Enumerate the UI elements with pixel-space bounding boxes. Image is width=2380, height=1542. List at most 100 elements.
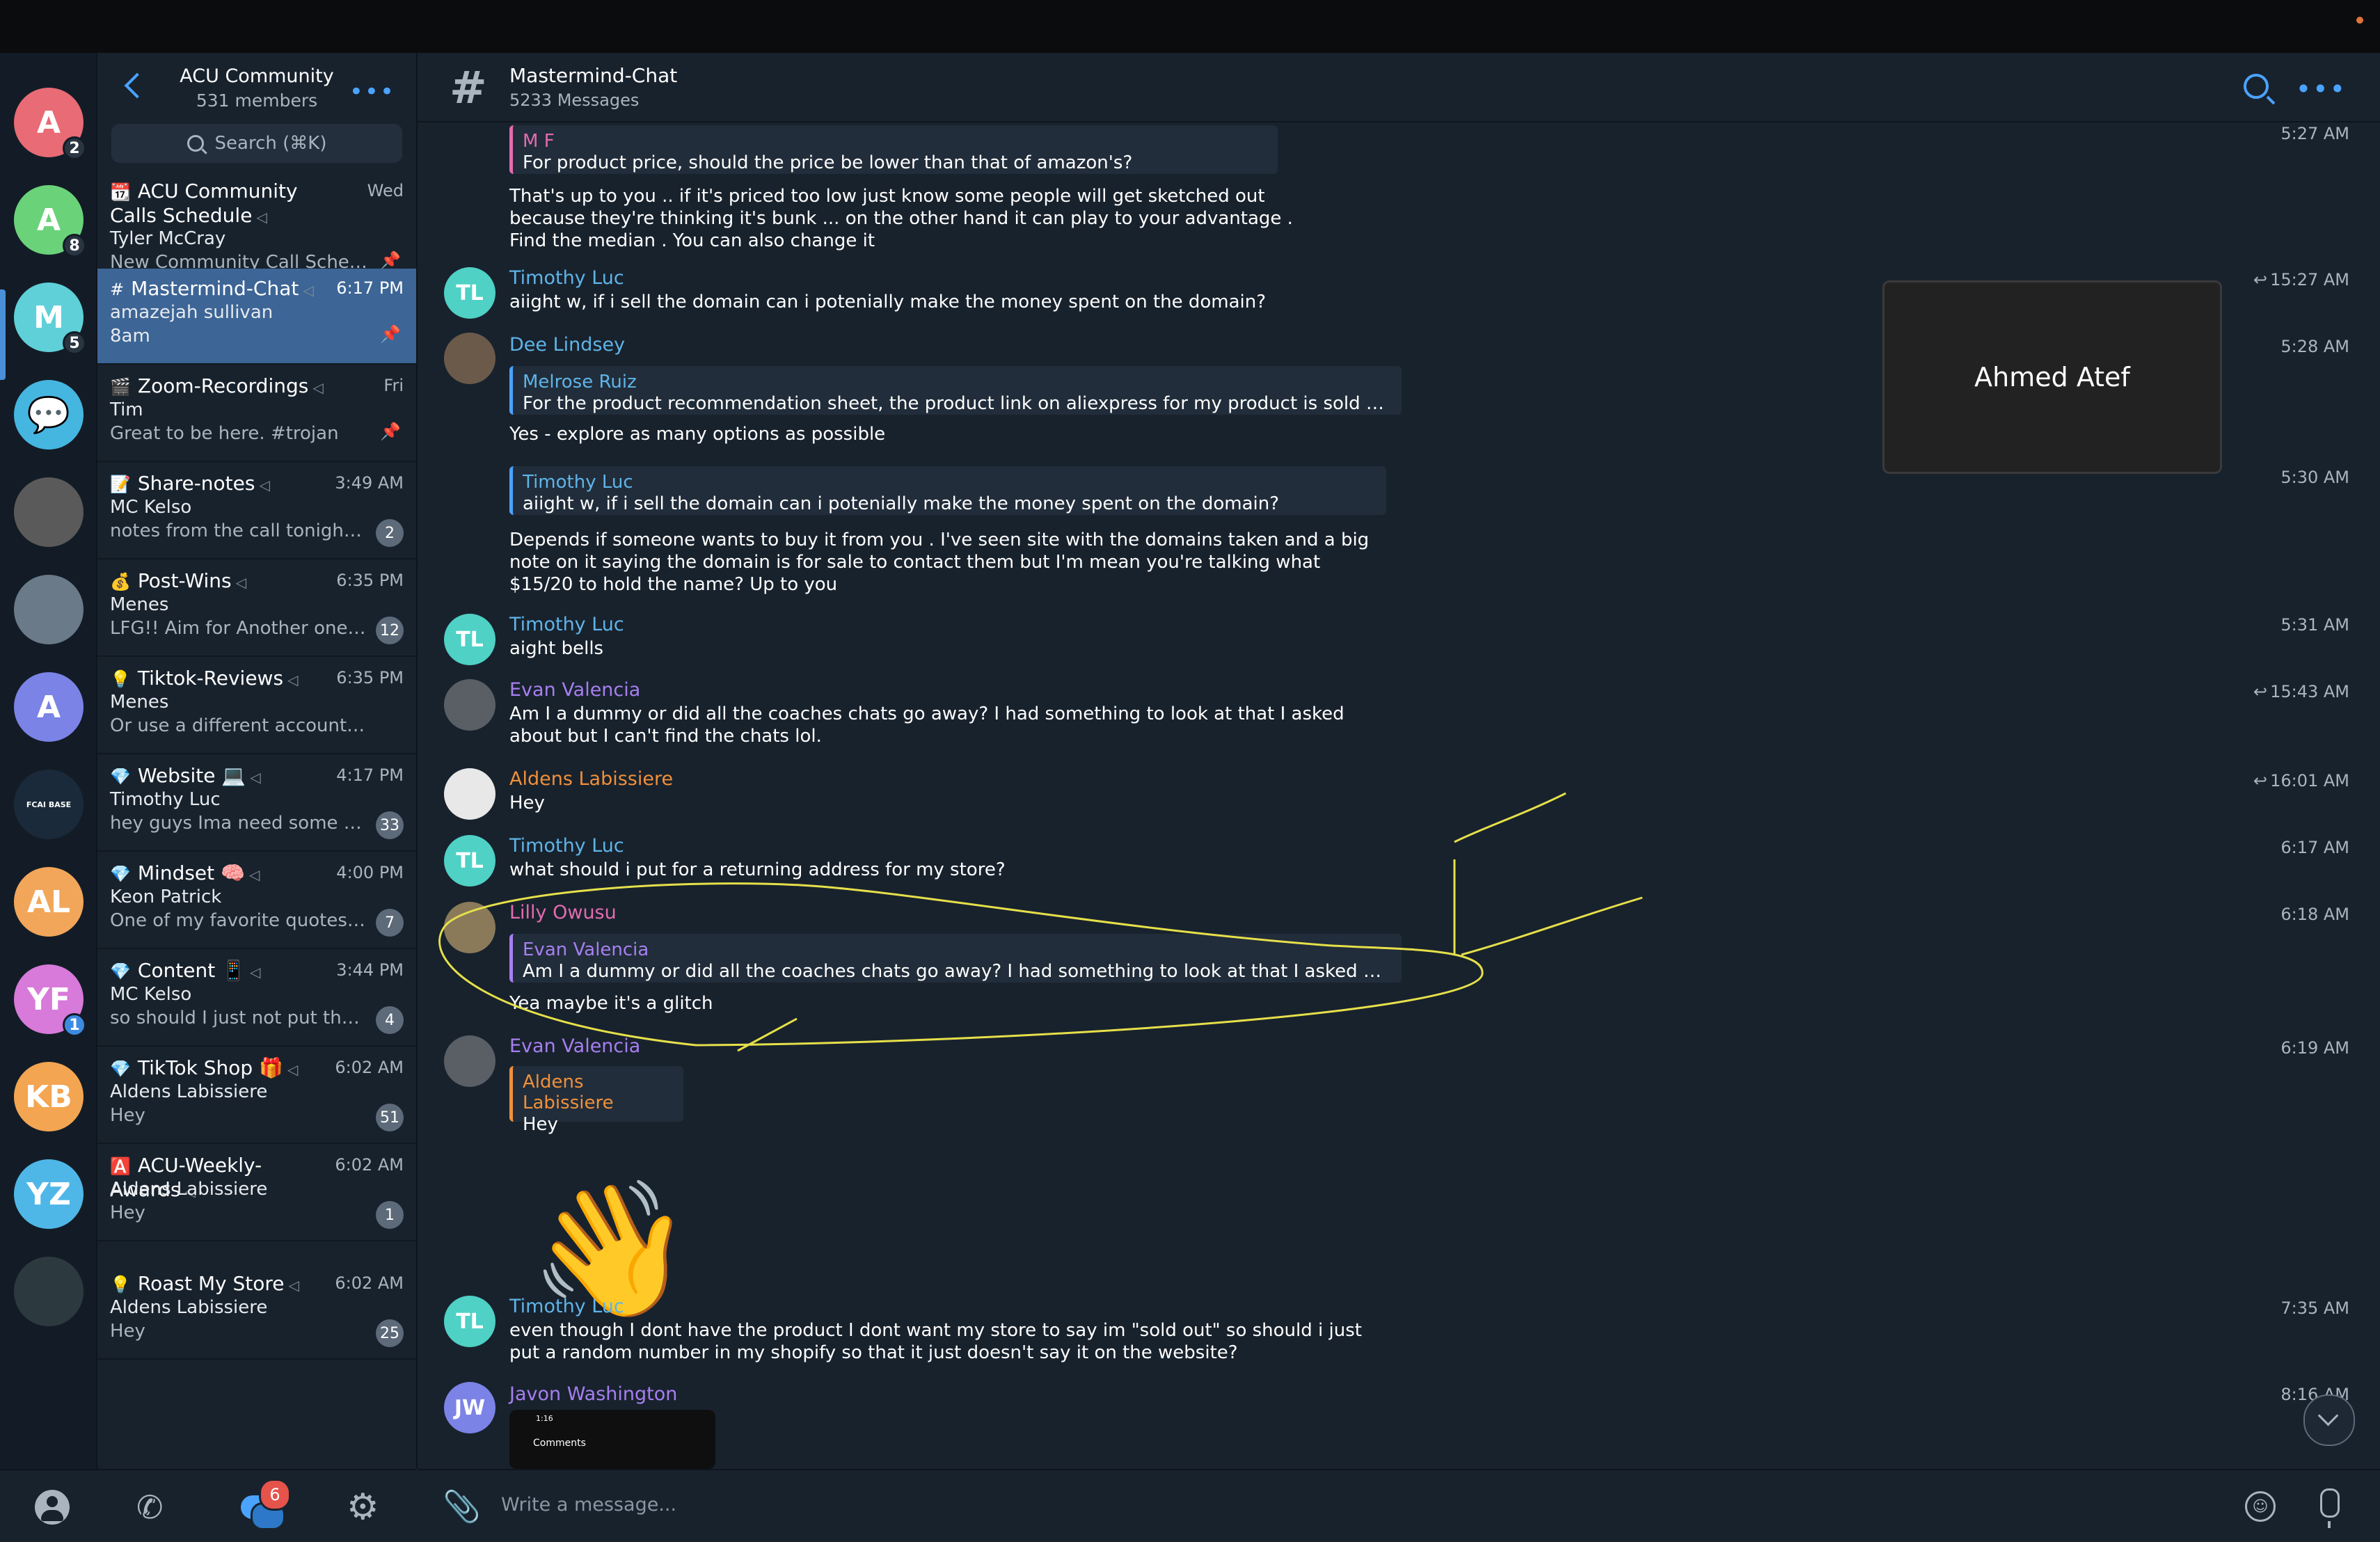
chat-preview: Great to be here. #trojan: [110, 423, 339, 444]
rail-avatar-yf[interactable]: YF 1: [14, 964, 86, 1037]
participant-name: Ahmed Atef: [1974, 362, 2130, 392]
chat-list-item[interactable]: 📝 Share-notes ◁ 3:49 AM MC Kelso notes from t…: [97, 463, 416, 559]
reply-quote[interactable]: Evan Valencia Am I a dummy or did all th…: [509, 934, 1402, 983]
image-attachment[interactable]: 1:16 Comments: [509, 1410, 715, 1469]
muted-icon: ◁: [248, 866, 260, 883]
avatar[interactable]: [444, 902, 495, 953]
chat-name: 📝 Share-notes ◁: [110, 472, 270, 495]
avatar[interactable]: [444, 768, 495, 820]
chat-name: 💎 Website 💻 ◁: [110, 764, 261, 787]
microphone-icon[interactable]: [2320, 1488, 2340, 1528]
reply-quote[interactable]: Aldens Labissiere Hey: [509, 1066, 683, 1135]
sender-name[interactable]: Dee Lindsey: [509, 334, 625, 356]
chat-time: 6:35 PM: [336, 571, 404, 590]
selected-indicator: [0, 289, 6, 380]
reply-quote[interactable]: Melrose Ruiz For the product recommendat…: [509, 366, 1402, 415]
channel-icon: 📆: [110, 182, 131, 202]
muted-icon: ◁: [259, 477, 270, 493]
rail-avatar-al[interactable]: AL: [14, 867, 84, 937]
rail-avatar-a[interactable]: A2: [14, 88, 86, 160]
reply-quote[interactable]: Timothy Luc aiight w, if i sell the doma…: [509, 466, 1386, 515]
unread-count-badge: 7: [376, 909, 404, 937]
unread-count-badge: 25: [376, 1319, 404, 1347]
message-text: Hey: [509, 793, 545, 813]
chat-time: Fri: [383, 376, 404, 395]
channel-title[interactable]: Mastermind-Chat: [509, 64, 677, 87]
more-icon[interactable]: •••: [349, 80, 395, 104]
chat-sender: Keon Patrick: [110, 887, 222, 907]
message-text: even though I dont have the product I do…: [509, 1320, 1362, 1363]
chat-list-item[interactable]: 🎬 Zoom-Recordings ◁ Fri Tim Great to be here.…: [97, 366, 416, 462]
sender-name[interactable]: Evan Valencia: [509, 1035, 640, 1057]
chats-icon[interactable]: 6: [241, 1479, 291, 1530]
sender-name[interactable]: Aldens Labissiere: [509, 768, 673, 790]
sender-name[interactable]: Timothy Luc: [509, 1296, 624, 1317]
search-input[interactable]: Search (⌘K): [111, 124, 402, 163]
rail-avatar-photo[interactable]: [14, 575, 84, 644]
rail-avatar-a2[interactable]: A: [14, 672, 84, 742]
avatar[interactable]: [444, 679, 495, 731]
status-dot: [2356, 17, 2363, 24]
message-time: 6:18 AM: [2280, 905, 2349, 924]
more-icon[interactable]: •••: [2296, 74, 2347, 104]
chat-list-item[interactable]: # Mastermind-Chat ◁ 6:17 PM amazejah sulliva…: [97, 269, 416, 365]
rail-avatar-acu[interactable]: A8: [14, 185, 86, 257]
attach-icon[interactable]: 📎: [443, 1488, 481, 1525]
sender-name[interactable]: Timothy Luc: [509, 267, 624, 289]
video-call-tile[interactable]: Ahmed Atef: [1882, 280, 2222, 474]
avatar[interactable]: JW: [444, 1382, 495, 1433]
chat-list-item[interactable]: 💡 Tiktok-Reviews ◁ 6:35 PM Menes Or use a dif…: [97, 658, 416, 754]
chat-name: 💡 Tiktok-Reviews ◁: [110, 667, 299, 690]
rail-avatar-photo[interactable]: [14, 477, 84, 547]
rail-avatar-yz[interactable]: YZ: [14, 1159, 84, 1229]
chat-name: 💎 Mindset 🧠 ◁: [110, 861, 260, 884]
avatar[interactable]: [444, 1035, 495, 1087]
rail-avatar-fcai-base[interactable]: FCAI BASE: [14, 770, 84, 839]
rail-avatar-m[interactable]: M5: [14, 283, 86, 355]
muted-icon: ◁: [256, 209, 267, 225]
system-top-bar: [0, 0, 2380, 53]
message-input[interactable]: Write a message...: [501, 1494, 676, 1516]
channel-icon: 💎: [110, 864, 131, 884]
reply-quote[interactable]: M F For product price, should the price …: [509, 125, 1278, 174]
muted-icon: ◁: [303, 282, 314, 299]
rail-avatar-photo[interactable]: [14, 1257, 84, 1326]
scroll-down-button[interactable]: [2303, 1394, 2355, 1446]
sender-name[interactable]: Evan Valencia: [509, 679, 640, 701]
avatar[interactable]: TL: [444, 614, 495, 665]
chat-list-item[interactable]: 💎 Content 📱 ◁ 3:44 PM MC Kelso so should I ju…: [97, 951, 416, 1047]
chat-list-item[interactable]: 💰 Post-Wins ◁ 6:35 PM Menes LFG!! Aim for Ano…: [97, 561, 416, 657]
avatar[interactable]: TL: [444, 835, 495, 887]
message-time: ↩ 15:43 AM: [2253, 682, 2349, 701]
sender-name[interactable]: Timothy Luc: [509, 614, 624, 635]
emoji-icon[interactable]: ☺: [2245, 1491, 2276, 1522]
gear-icon[interactable]: ⚙: [347, 1489, 381, 1525]
unread-count-badge: 51: [376, 1104, 404, 1131]
unread-count-badge: 12: [376, 617, 404, 644]
chat-time: 6:02 AM: [335, 1155, 404, 1175]
rail-avatar-kb[interactable]: KB: [14, 1062, 84, 1131]
chat-list-item[interactable]: 💎 Mindset 🧠 ◁ 4:00 PM Keon Patrick One of my …: [97, 853, 416, 949]
message-time: ↩ 15:27 AM: [2253, 270, 2349, 289]
search-icon[interactable]: [2244, 74, 2269, 99]
profile-icon[interactable]: [35, 1490, 70, 1525]
avatar[interactable]: [444, 333, 495, 384]
chat-list-item[interactable]: 💎 TikTok Shop 🎁 ◁ 6:02 AM Aldens Labissiere H…: [97, 1048, 416, 1144]
channel-header: # Mastermind-Chat 5233 Messages •••: [418, 53, 2380, 122]
chat-list-item[interactable]: 💡 Roast My Store ◁ 6:02 AM Aldens Labissiere…: [97, 1264, 416, 1360]
muted-icon: ◁: [312, 379, 324, 396]
sender-name[interactable]: Timothy Luc: [509, 835, 624, 857]
phone-icon[interactable]: ✆: [136, 1490, 171, 1525]
chat-name: 💡 Roast My Store ◁: [110, 1272, 299, 1295]
chat-bubbles-icon[interactable]: 💬: [14, 380, 84, 450]
avatar[interactable]: TL: [444, 267, 495, 319]
chat-list-item[interactable]: 🅰️ ACU-Weekly-Awards ◁ 6:02 AM Aldens Labiss…: [97, 1145, 416, 1241]
channel-icon: 💡: [110, 1275, 131, 1294]
muted-icon: ◁: [288, 1277, 299, 1294]
sender-name[interactable]: Javon Washington: [509, 1383, 677, 1405]
chat-list-item[interactable]: 💎 Website 💻 ◁ 4:17 PM Timothy Luc hey guys Im…: [97, 756, 416, 852]
muted-icon: ◁: [287, 1061, 299, 1078]
avatar[interactable]: TL: [444, 1296, 495, 1347]
sender-name[interactable]: Lilly Owusu: [509, 902, 617, 923]
message-text: aight bells: [509, 638, 604, 659]
